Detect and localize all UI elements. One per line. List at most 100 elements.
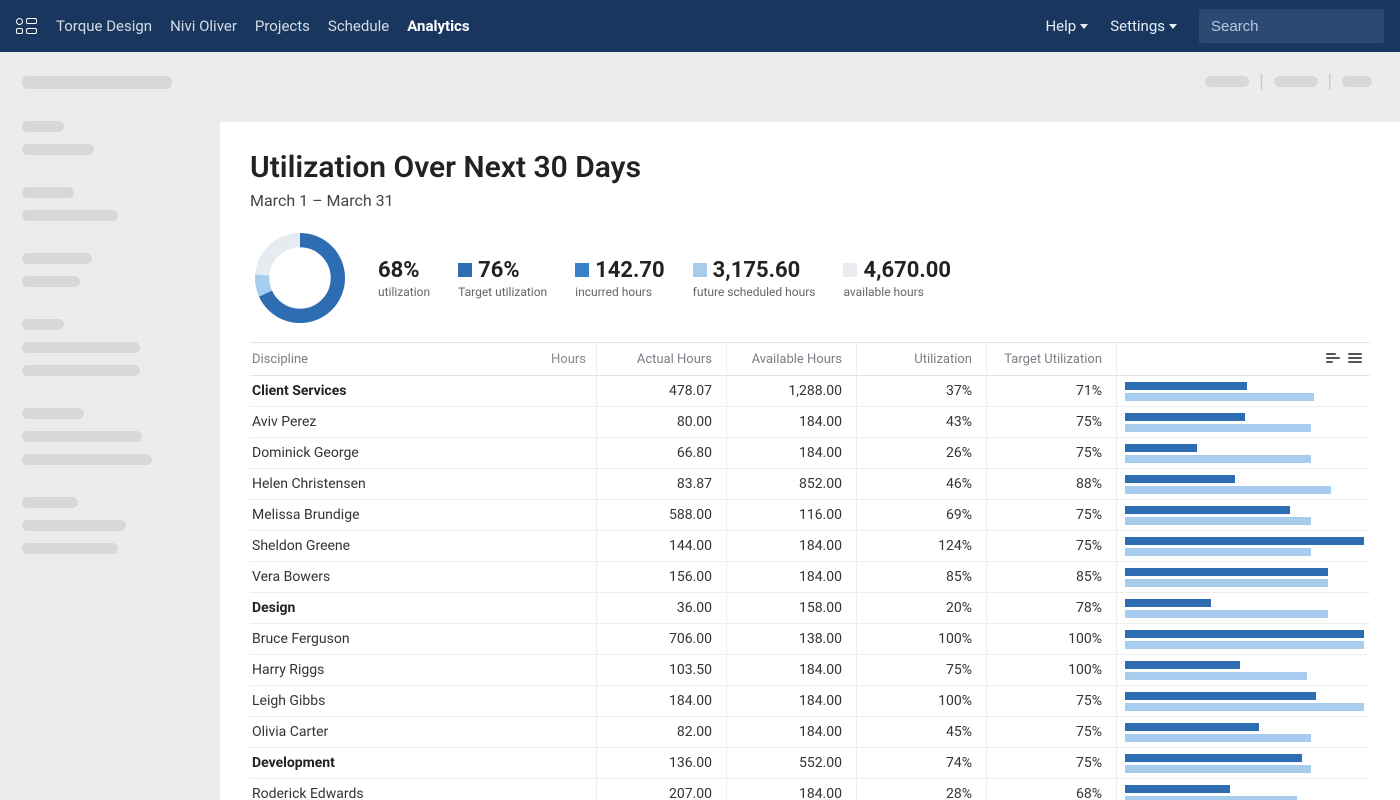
cell-available: 852.00 (726, 469, 856, 499)
row-name: Harry Riggs (252, 662, 324, 678)
cell-target: 75% (986, 748, 1116, 778)
metric-future: 3,175.60 future scheduled hours (693, 258, 816, 299)
cell-actual: 80.00 (596, 407, 726, 437)
metric-value: 68% (378, 258, 420, 283)
swatch-icon (575, 263, 589, 277)
cell-actual: 156.00 (596, 562, 726, 592)
utilization-table: Discipline Hours Actual Hours Available … (250, 342, 1370, 800)
view-bars-icon[interactable] (1326, 353, 1342, 365)
table-row[interactable]: Helen Christensen83.87852.0046%88% (250, 469, 1370, 500)
metric-label: incurred hours (575, 285, 665, 299)
search-input[interactable] (1199, 9, 1384, 43)
row-name: Design (252, 600, 295, 616)
utilization-donut-chart (250, 228, 350, 328)
cell-bar (1116, 655, 1370, 685)
cell-utilization: 100% (856, 686, 986, 716)
table-row[interactable]: Leigh Gibbs184.00184.00100%75% (250, 686, 1370, 717)
cell-available: 116.00 (726, 500, 856, 530)
row-name: Helen Christensen (252, 476, 366, 492)
cell-actual: 136.00 (596, 748, 726, 778)
nav-nivi-oliver[interactable]: Nivi Oliver (170, 17, 237, 35)
table-header: Discipline Hours Actual Hours Available … (250, 342, 1370, 376)
cell-available: 184.00 (726, 779, 856, 800)
cell-actual: 478.07 (596, 376, 726, 406)
nav-schedule[interactable]: Schedule (328, 17, 389, 35)
table-row[interactable]: Melissa Brundige588.00116.0069%75% (250, 500, 1370, 531)
row-name: Aviv Perez (252, 414, 316, 430)
cell-bar (1116, 469, 1370, 499)
cell-target: 75% (986, 438, 1116, 468)
cell-target: 78% (986, 593, 1116, 623)
nav-projects[interactable]: Projects (255, 17, 310, 35)
cell-available: 184.00 (726, 562, 856, 592)
table-row[interactable]: Harry Riggs103.50184.0075%100% (250, 655, 1370, 686)
row-name: Leigh Gibbs (252, 693, 325, 709)
cell-actual: 36.00 (596, 593, 726, 623)
cell-bar (1116, 531, 1370, 561)
col-utilization[interactable]: Utilization (856, 343, 986, 375)
cell-utilization: 46% (856, 469, 986, 499)
page-toolbar-placeholder: | | (220, 52, 1400, 92)
col-actual[interactable]: Actual Hours (596, 343, 726, 375)
col-target[interactable]: Target Utilization (986, 343, 1116, 375)
metric-available: 4,670.00 available hours (843, 258, 951, 299)
cell-target: 88% (986, 469, 1116, 499)
cell-actual: 706.00 (596, 624, 726, 654)
cell-bar (1116, 686, 1370, 716)
settings-menu[interactable]: Settings (1110, 17, 1177, 35)
metric-label: available hours (843, 285, 951, 299)
table-row[interactable]: Dominick George66.80184.0026%75% (250, 438, 1370, 469)
cell-target: 75% (986, 500, 1116, 530)
cell-target: 75% (986, 531, 1116, 561)
cell-bar (1116, 593, 1370, 623)
row-name: Olivia Carter (252, 724, 328, 740)
view-list-icon[interactable] (1348, 353, 1364, 365)
table-row[interactable]: Design36.00158.0020%78% (250, 593, 1370, 624)
row-name: Client Services (252, 383, 346, 399)
table-row[interactable]: Bruce Ferguson706.00138.00100%100% (250, 624, 1370, 655)
col-discipline[interactable]: Discipline (252, 352, 308, 367)
cell-actual: 66.80 (596, 438, 726, 468)
col-available[interactable]: Available Hours (726, 343, 856, 375)
cell-target: 75% (986, 686, 1116, 716)
table-row[interactable]: Sheldon Greene144.00184.00124%75% (250, 531, 1370, 562)
table-row[interactable]: Aviv Perez80.00184.0043%75% (250, 407, 1370, 438)
nav-analytics[interactable]: Analytics (407, 17, 469, 35)
cell-available: 138.00 (726, 624, 856, 654)
chevron-down-icon (1080, 24, 1088, 29)
cell-bar (1116, 624, 1370, 654)
table-body: Client Services478.071,288.0037%71%Aviv … (250, 376, 1370, 800)
cell-utilization: 37% (856, 376, 986, 406)
metric-label: future scheduled hours (693, 285, 816, 299)
cell-bar (1116, 748, 1370, 778)
table-row[interactable]: Roderick Edwards207.00184.0028%68% (250, 779, 1370, 800)
row-name: Bruce Ferguson (252, 631, 350, 647)
table-row[interactable]: Development136.00552.0074%75% (250, 748, 1370, 779)
cell-available: 1,288.00 (726, 376, 856, 406)
app-logo-icon[interactable] (16, 15, 38, 37)
cell-available: 184.00 (726, 655, 856, 685)
sidebar (0, 52, 220, 800)
cell-target: 75% (986, 407, 1116, 437)
help-menu[interactable]: Help (1045, 17, 1088, 35)
cell-bar (1116, 438, 1370, 468)
table-row[interactable]: Olivia Carter82.00184.0045%75% (250, 717, 1370, 748)
table-row[interactable]: Vera Bowers156.00184.0085%85% (250, 562, 1370, 593)
page-title: Utilization Over Next 30 Days (250, 150, 1370, 185)
cell-target: 85% (986, 562, 1116, 592)
cell-available: 184.00 (726, 531, 856, 561)
cell-available: 184.00 (726, 686, 856, 716)
page-subtitle: March 1 – March 31 (250, 191, 1370, 210)
row-name: Vera Bowers (252, 569, 330, 585)
cell-bar (1116, 779, 1370, 800)
cell-actual: 184.00 (596, 686, 726, 716)
table-row[interactable]: Client Services478.071,288.0037%71% (250, 376, 1370, 407)
cell-actual: 207.00 (596, 779, 726, 800)
settings-label: Settings (1110, 17, 1165, 35)
cell-utilization: 45% (856, 717, 986, 747)
report-card: Utilization Over Next 30 Days March 1 – … (220, 122, 1400, 800)
metric-incurred: 142.70 incurred hours (575, 258, 665, 299)
metric-value: 4,670.00 (863, 258, 951, 283)
nav-torque-design[interactable]: Torque Design (56, 17, 152, 35)
cell-bar (1116, 376, 1370, 406)
